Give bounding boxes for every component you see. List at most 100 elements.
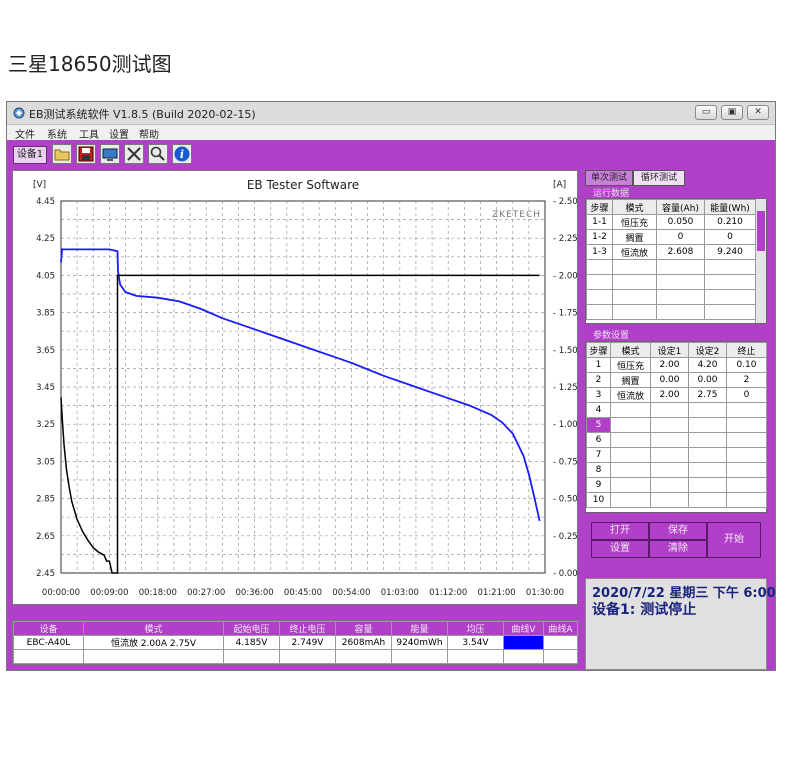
table-row[interactable]: 8: [586, 462, 767, 478]
cell: 1-3: [586, 244, 613, 260]
watermark-text: ZKETECH: [492, 210, 541, 220]
minimize-button[interactable]: ▭: [695, 105, 717, 120]
cell[interactable]: 0.10: [726, 357, 767, 373]
x-tick-label: 01:21:00: [478, 588, 516, 598]
run-data-scrollbar[interactable]: [755, 199, 766, 323]
curve-a-swatch[interactable]: [543, 635, 578, 650]
chart-panel: EB Tester Software [V] [A] ZKETECH 4.45 4.25 4…: [12, 170, 578, 605]
open-button[interactable]: 打开: [591, 522, 649, 540]
left-tick-label: 4.45: [36, 197, 55, 207]
app-icon: [13, 107, 25, 119]
x-tick-label: 01:03:00: [381, 588, 419, 598]
search-icon[interactable]: [148, 144, 168, 164]
right-tick-label: - 0.75: [553, 457, 578, 467]
save-icon[interactable]: [76, 144, 96, 164]
menu-tools[interactable]: 工具: [79, 126, 99, 141]
col-energy: 能量: [391, 621, 448, 636]
title-bar: EB测试系统软件 V1.8.5 (Build 2020-02-15) ▭ ▣ ✕: [7, 102, 775, 125]
clear-button[interactable]: 清除: [649, 540, 707, 558]
folder-icon[interactable]: [52, 144, 72, 164]
x-tick-label: 00:27:00: [187, 588, 225, 598]
menu-settings[interactable]: 设置: [109, 126, 129, 141]
cell: 恒压充: [612, 214, 657, 230]
cell: 1: [586, 357, 611, 373]
cell: 8: [586, 462, 611, 478]
cell: 搁置: [612, 229, 657, 245]
col-capacity: 容量: [335, 621, 392, 636]
tab-cycle-test[interactable]: 循环测试: [633, 170, 685, 186]
table-row[interactable]: 1-3 恒流放 2.608 9.240: [586, 244, 756, 260]
cell: 5: [586, 417, 611, 433]
menu-help[interactable]: 帮助: [139, 126, 159, 141]
run-col-capacity: 容量(Ah): [656, 199, 705, 215]
table-row[interactable]: 9: [586, 477, 767, 493]
cell-device: EBC-A40L: [13, 635, 84, 650]
app-window: EB测试系统软件 V1.8.5 (Build 2020-02-15) ▭ ▣ ✕…: [6, 101, 776, 671]
table-row[interactable]: 1-1 恒压充 0.050 0.210: [586, 214, 756, 230]
col-device: 设备: [13, 621, 84, 636]
col-curve-v: 曲线V: [503, 621, 544, 636]
table-row[interactable]: 6: [586, 432, 767, 448]
left-tick-label: 2.85: [36, 495, 55, 505]
cell[interactable]: 2: [726, 372, 767, 388]
right-panel: 单次测试 循环测试 运行数据 步骤 模式 容量(Ah) 能量(Wh) 1-1 恒压…: [585, 170, 776, 670]
info-icon[interactable]: i: [172, 144, 192, 164]
left-tick-label: 3.05: [36, 457, 55, 467]
curve-v-swatch[interactable]: [503, 635, 544, 650]
restore-button[interactable]: ▣: [721, 105, 743, 120]
cell[interactable]: 0: [726, 387, 767, 403]
status-state: 设备1: 测试停止: [592, 602, 697, 618]
monitor-icon[interactable]: [100, 144, 120, 164]
table-row[interactable]: 1-2 搁置 0 0: [586, 229, 756, 245]
table-row[interactable]: 7: [586, 447, 767, 463]
cell: 0.210: [704, 214, 756, 230]
params-title: 参数设置: [593, 331, 630, 341]
cell: 2: [586, 372, 611, 388]
cell: 0.050: [656, 214, 705, 230]
cell: 1-2: [586, 229, 613, 245]
left-tick-label: 3.45: [36, 383, 55, 393]
menu-system[interactable]: 系统: [47, 126, 67, 141]
table-row[interactable]: 5: [586, 417, 767, 433]
device-tab[interactable]: 设备1: [13, 146, 47, 164]
tab-single-test[interactable]: 单次测试: [585, 170, 633, 186]
col-mode: 模式: [83, 621, 224, 636]
cell-mode: 恒流放 2.00A 2.75V: [83, 635, 224, 650]
run-data-group: 步骤 模式 容量(Ah) 能量(Wh) 1-1 恒压充 0.050 0.210 1-2…: [585, 198, 767, 324]
settings-button[interactable]: 设置: [591, 540, 649, 558]
table-row[interactable]: 4: [586, 402, 767, 418]
close-button[interactable]: ✕: [747, 105, 769, 120]
cell[interactable]: 2.00: [650, 357, 689, 373]
cell: 2.608: [656, 244, 705, 260]
cell: 恒流放: [612, 244, 657, 260]
table-row[interactable]: EBC-A40L 恒流放 2.00A 2.75V 4.185V 2.749V 2…: [13, 635, 578, 650]
cell: 9.240: [704, 244, 756, 260]
x-tick-label: 00:36:00: [236, 588, 274, 598]
summary-table: 设备 模式 起始电压 终止电压 容量 能量 均压 曲线V 曲线A EBC-A40…: [12, 620, 578, 665]
right-tick-label: - 1.00: [553, 420, 578, 430]
cell[interactable]: 2.00: [650, 387, 689, 403]
cell[interactable]: 0.00: [688, 372, 727, 388]
start-button[interactable]: 开始: [707, 522, 761, 558]
x-tick-label: 00:18:00: [139, 588, 177, 598]
right-tick-label: - 0.25: [553, 532, 578, 542]
right-tick-label: - 2.00: [553, 271, 578, 281]
save-button[interactable]: 保存: [649, 522, 707, 540]
table-row[interactable]: 10: [586, 492, 767, 508]
x-tick-label: 00:00:00: [42, 588, 80, 598]
table-row[interactable]: 1 恒压充 2.00 4.20 0.10: [586, 357, 767, 373]
cell[interactable]: 0.00: [650, 372, 689, 388]
cell: 0: [656, 229, 705, 245]
x-tick-label: 00:09:00: [90, 588, 128, 598]
x-tick-label: 01:30:00: [526, 588, 564, 598]
table-row[interactable]: 3 恒流放 2.00 2.75 0: [586, 387, 767, 403]
left-tick-label: 2.45: [36, 569, 55, 579]
param-col-end: 终止: [726, 342, 767, 358]
tools-icon[interactable]: [124, 144, 144, 164]
run-col-energy: 能量(Wh): [704, 199, 756, 215]
cell[interactable]: 2.75: [688, 387, 727, 403]
table-row[interactable]: 2 搁置 0.00 0.00 2: [586, 372, 767, 388]
cell[interactable]: 4.20: [688, 357, 727, 373]
right-tick-label: - 0.00: [553, 569, 578, 579]
menu-file[interactable]: 文件: [15, 126, 35, 141]
